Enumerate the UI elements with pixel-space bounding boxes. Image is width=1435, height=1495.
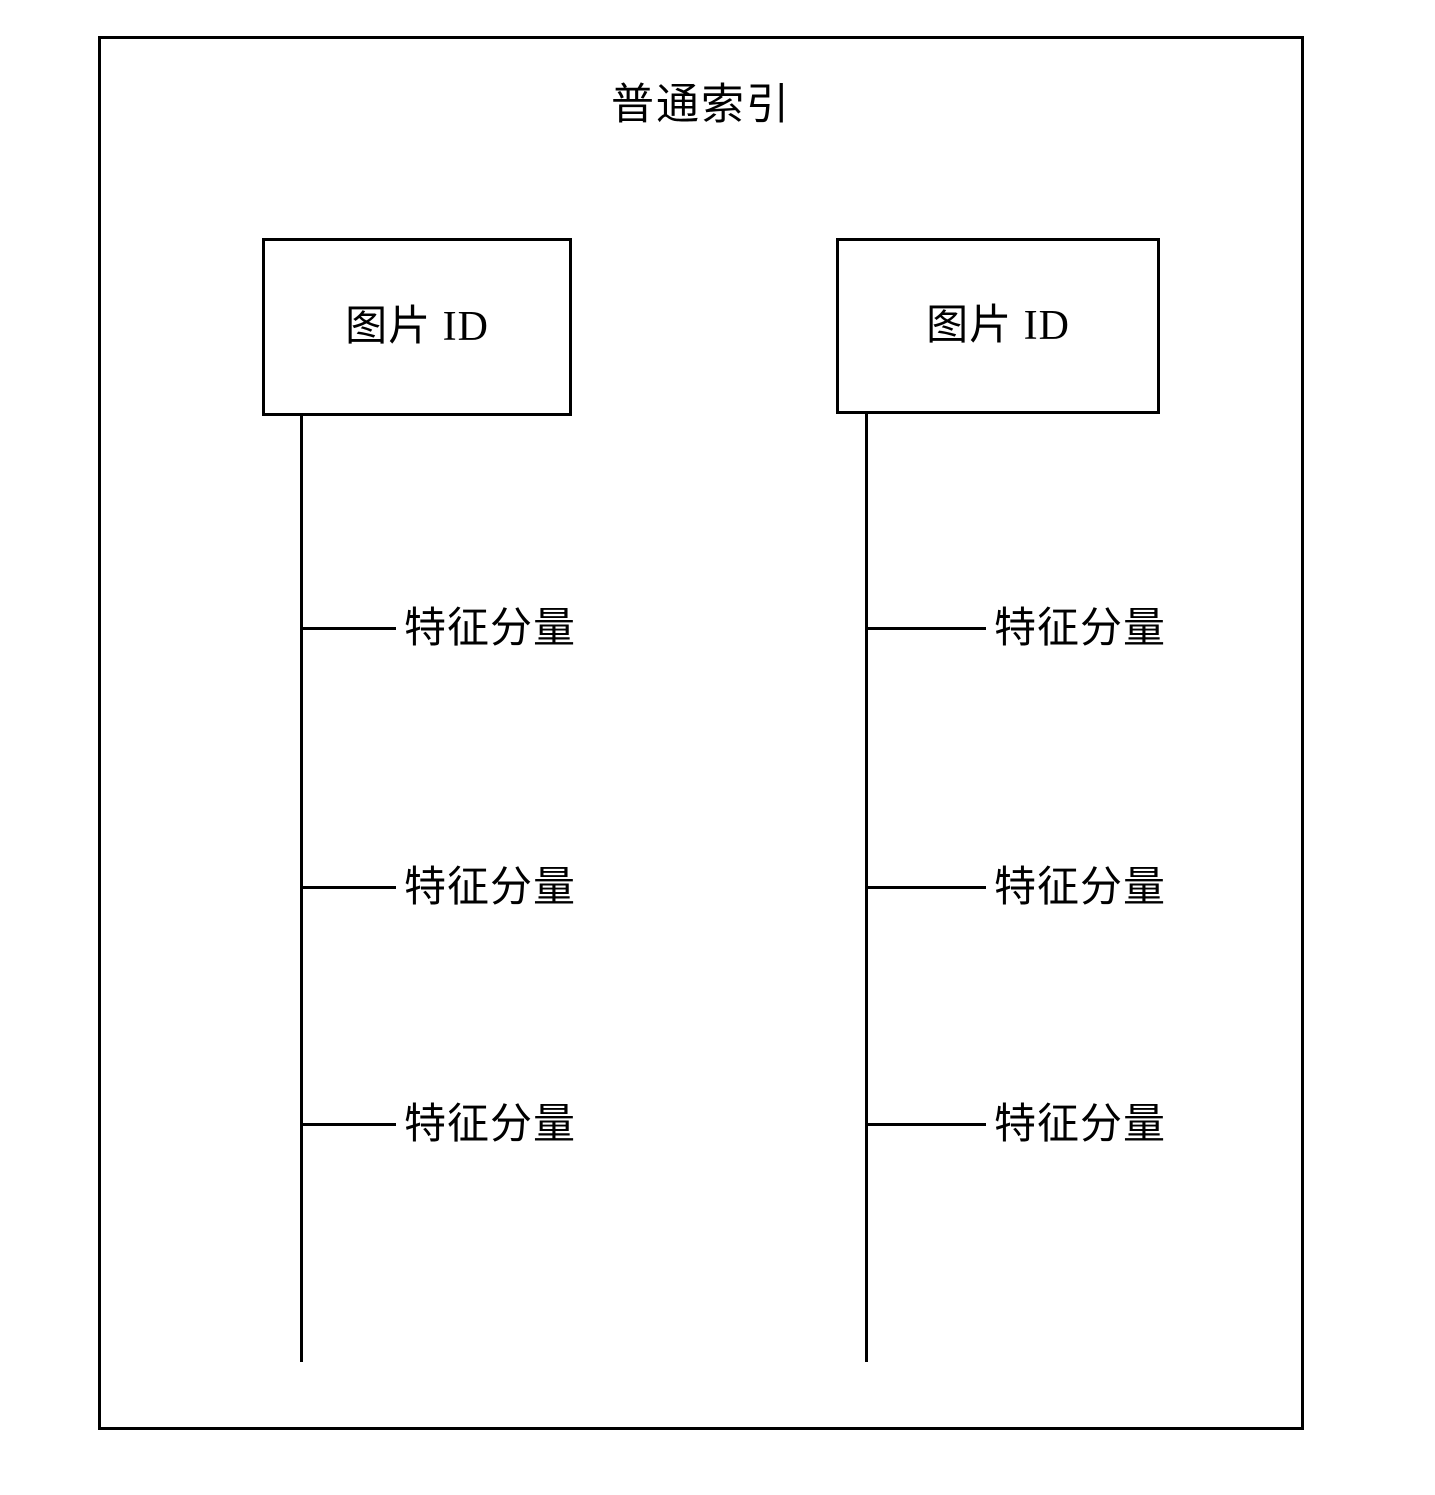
- branch-connector-icon: [865, 886, 986, 889]
- feature-branch-left-3-label: 特征分量: [404, 1102, 577, 1148]
- branch-connector-icon: [865, 1123, 986, 1126]
- feature-branch-right-3-label: 特征分量: [994, 1102, 1167, 1148]
- image-id-box-right-label: 图片 ID: [926, 303, 1070, 349]
- feature-branch-right-2-label: 特征分量: [994, 865, 1167, 911]
- image-id-box-left: 图片 ID: [262, 238, 572, 416]
- figure-title: 普通索引: [611, 82, 791, 129]
- branch-connector-icon: [300, 1123, 396, 1126]
- trunk-line-left: [300, 416, 303, 1362]
- branch-connector-icon: [865, 627, 986, 630]
- image-id-box-right: 图片 ID: [836, 238, 1160, 414]
- branch-connector-icon: [300, 886, 396, 889]
- image-id-box-left-label: 图片 ID: [345, 304, 489, 350]
- feature-branch-left-1-label: 特征分量: [404, 606, 577, 652]
- feature-branch-left-2-label: 特征分量: [404, 865, 577, 911]
- branch-connector-icon: [300, 627, 396, 630]
- feature-branch-right-1-label: 特征分量: [994, 606, 1167, 652]
- figure-canvas: 普通索引 图片 ID 特征分量 特征分量 特征分量 图片 ID 特征分量 特征分…: [0, 0, 1435, 1495]
